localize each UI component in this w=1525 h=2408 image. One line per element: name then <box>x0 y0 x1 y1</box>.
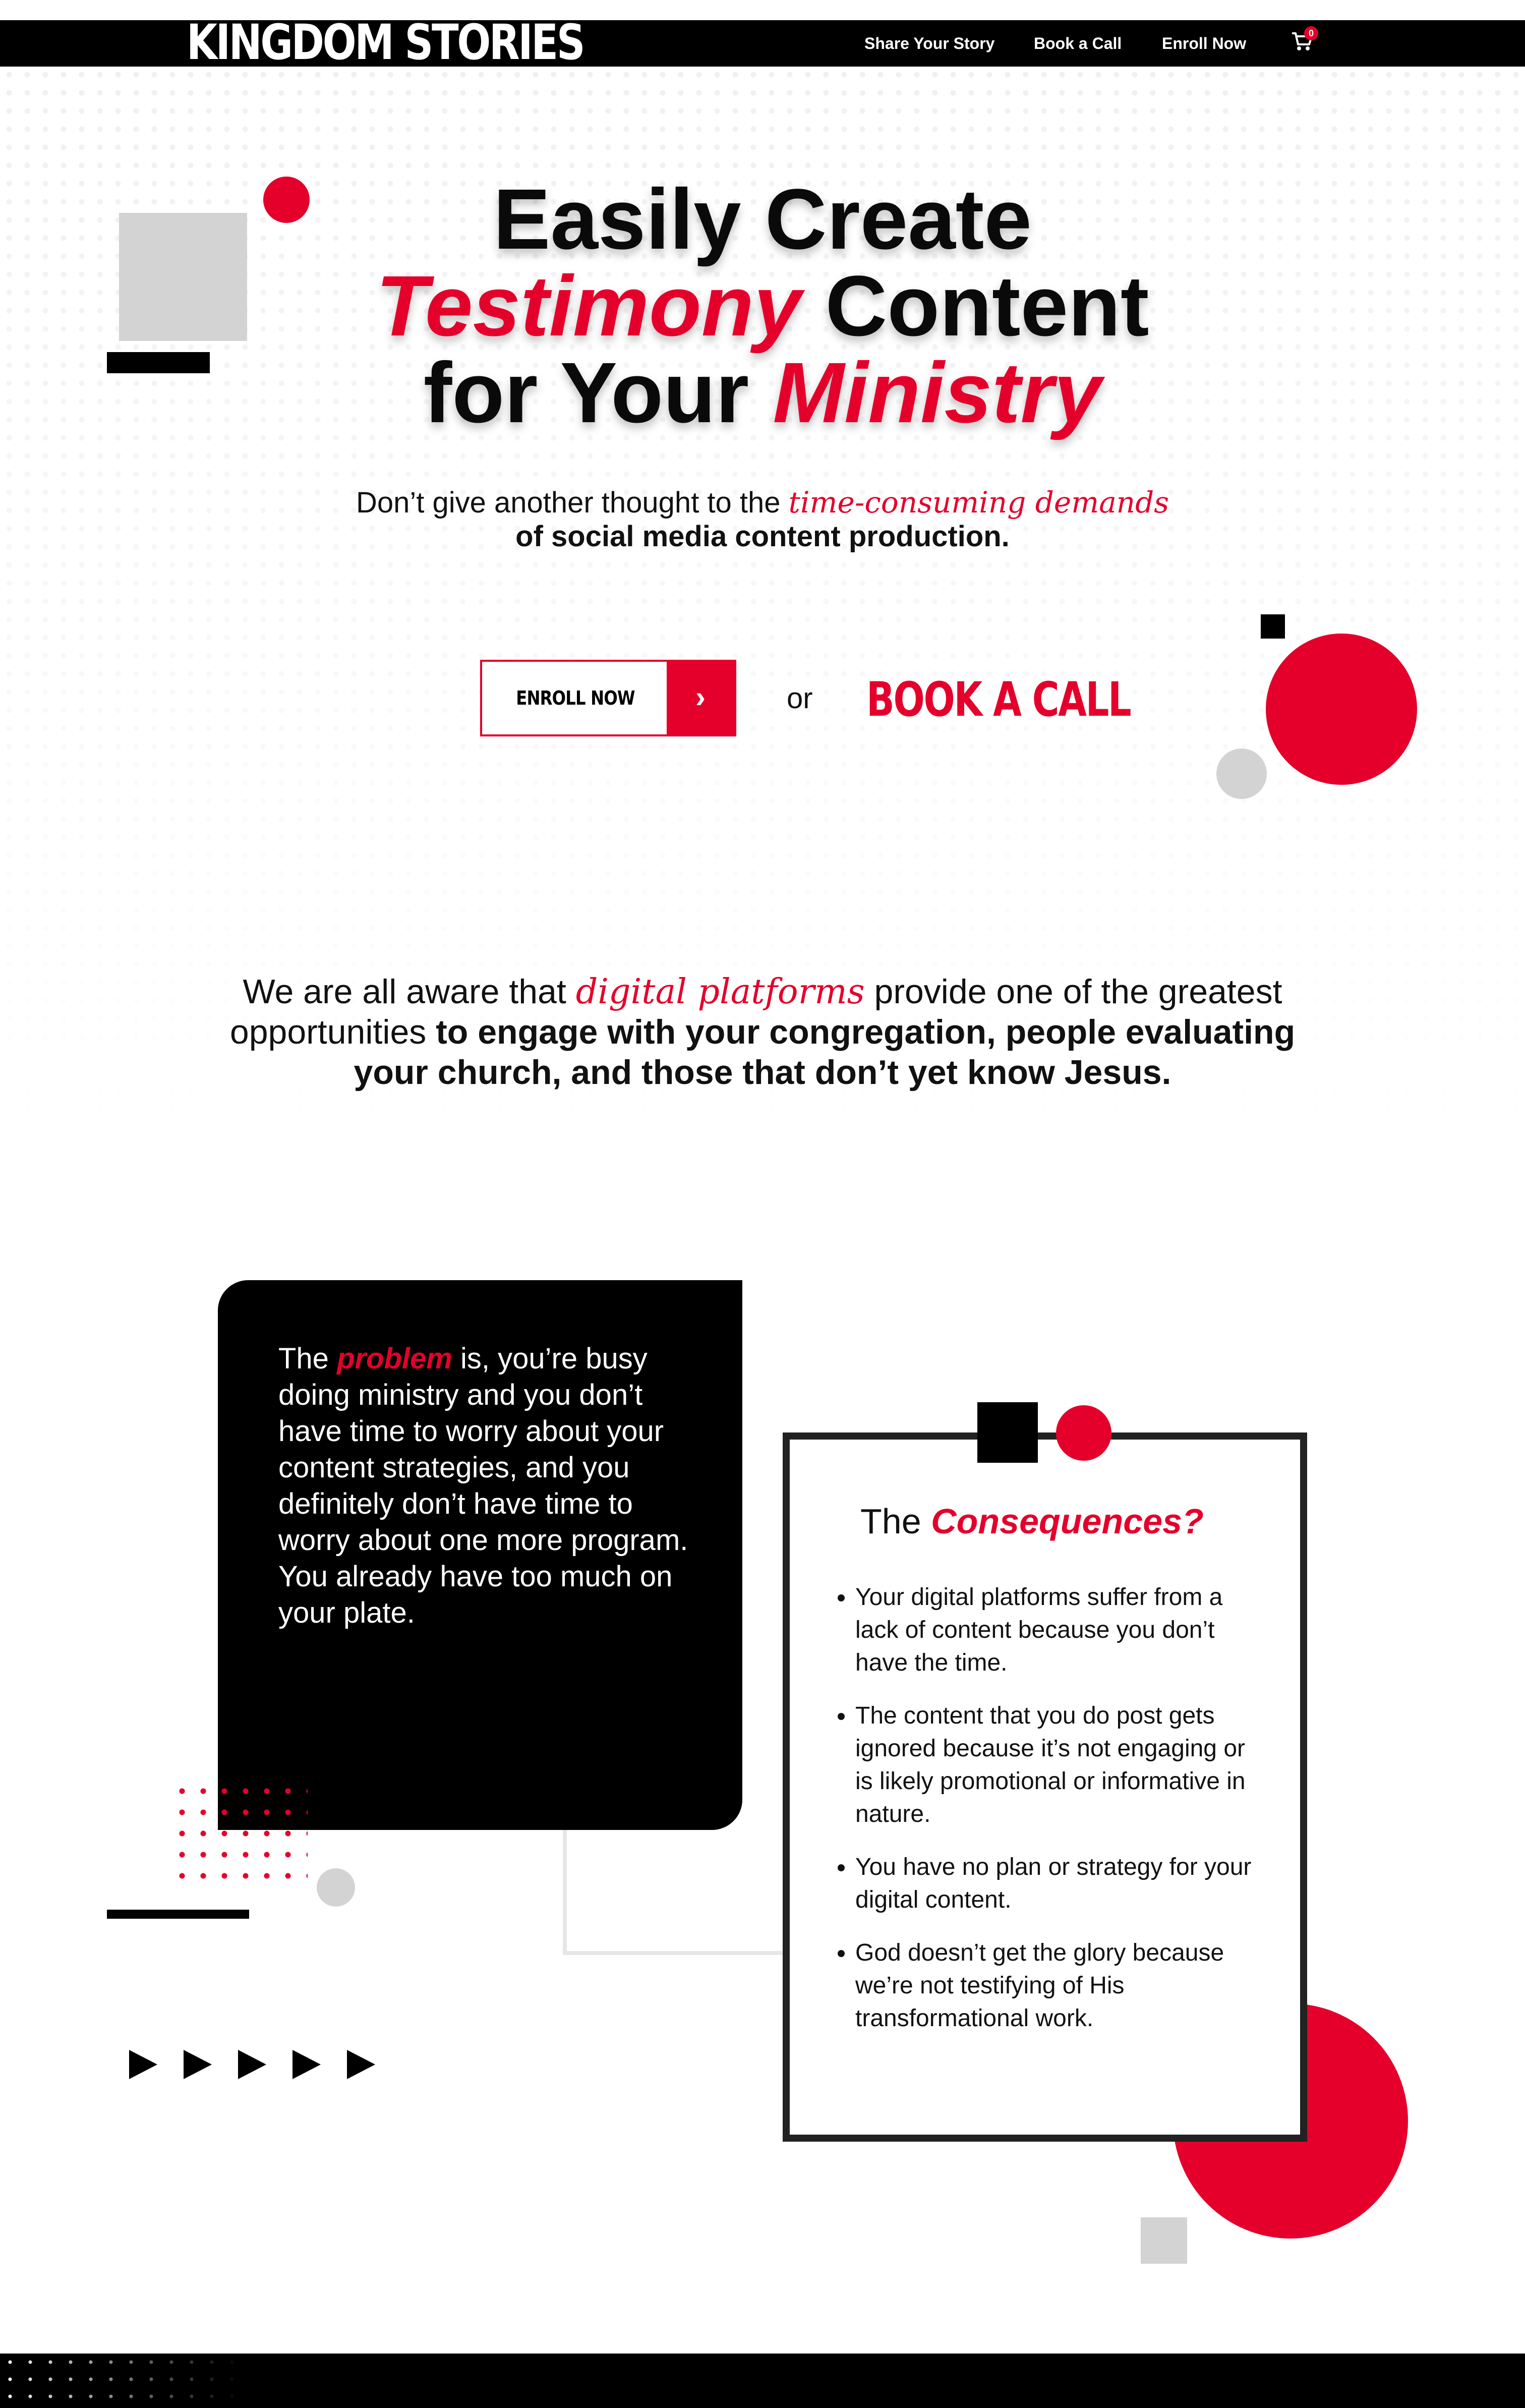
decor-black-line <box>107 1910 249 1919</box>
decor-red-dot-grid <box>171 1781 308 1891</box>
chevron-right-icon: › <box>667 662 734 734</box>
problem-card: The problem is, you’re busy doing minist… <box>218 1280 742 1830</box>
highlight-ministry: Ministry <box>773 345 1102 441</box>
decor-gray-small-circle <box>317 1868 355 1907</box>
footer-stars-decor <box>0 2354 242 2408</box>
aware-line1: We are all aware that digital platforms … <box>243 972 1282 1012</box>
decor-gray-small-square <box>1141 2217 1187 2264</box>
play-arrows-icon <box>129 2050 375 2079</box>
hero-subtitle-line2: of social media content production. <box>515 520 1010 553</box>
hero-headline-line2: Testimony Content <box>376 258 1149 354</box>
book-a-call-link[interactable]: BOOK A CALL <box>866 670 1132 730</box>
decor-gray-circle <box>1216 749 1267 799</box>
consequence-item: The content that you do post gets ignore… <box>855 1699 1269 1830</box>
aware-line2: opportunities to engage with your congre… <box>229 1013 1296 1051</box>
nav-share-your-story[interactable]: Share Your Story <box>864 20 994 67</box>
consequences-title: The Consequences? <box>860 1502 1204 1541</box>
nav-enroll-now[interactable]: Enroll Now <box>1162 20 1246 67</box>
consequences-box: The Consequences? Your digital platforms… <box>783 1432 1307 2142</box>
aware-line3: your church, and those that don’t yet kn… <box>354 1053 1171 1092</box>
decor-red-circle <box>1266 634 1417 785</box>
decor-black-small-square <box>1261 614 1285 639</box>
problem-text: The problem is, you’re busy doing minist… <box>278 1342 688 1629</box>
consequences-list: Your digital platforms suffer from a lac… <box>835 1581 1269 2055</box>
hero-headline-line3: for Your Ministry <box>423 345 1102 441</box>
cart-count-badge: 0 <box>1304 26 1318 40</box>
decor-red-dot-2 <box>1056 1405 1111 1461</box>
consequence-item: Your digital platforms suffer from a lac… <box>855 1581 1269 1679</box>
consequence-item: You have no plan or strategy for your di… <box>855 1851 1269 1916</box>
hero-subtitle-line1: Don’t give another thought to the time-c… <box>356 485 1169 520</box>
highlight-testimony: Testimony <box>376 258 802 354</box>
enroll-now-label: ENROLL NOW <box>516 687 635 709</box>
nav-book-a-call[interactable]: Book a Call <box>1034 20 1122 67</box>
site-logo[interactable]: KINGDOM STORIES <box>187 16 585 69</box>
decor-black-square <box>977 1402 1038 1463</box>
enroll-now-button[interactable]: ENROLL NOW › <box>480 660 736 736</box>
or-separator: or <box>787 682 813 715</box>
hero-headline-line1: Easily Create <box>493 171 1032 267</box>
consequence-item: God doesn’t get the glory because we’re … <box>855 1936 1269 2035</box>
